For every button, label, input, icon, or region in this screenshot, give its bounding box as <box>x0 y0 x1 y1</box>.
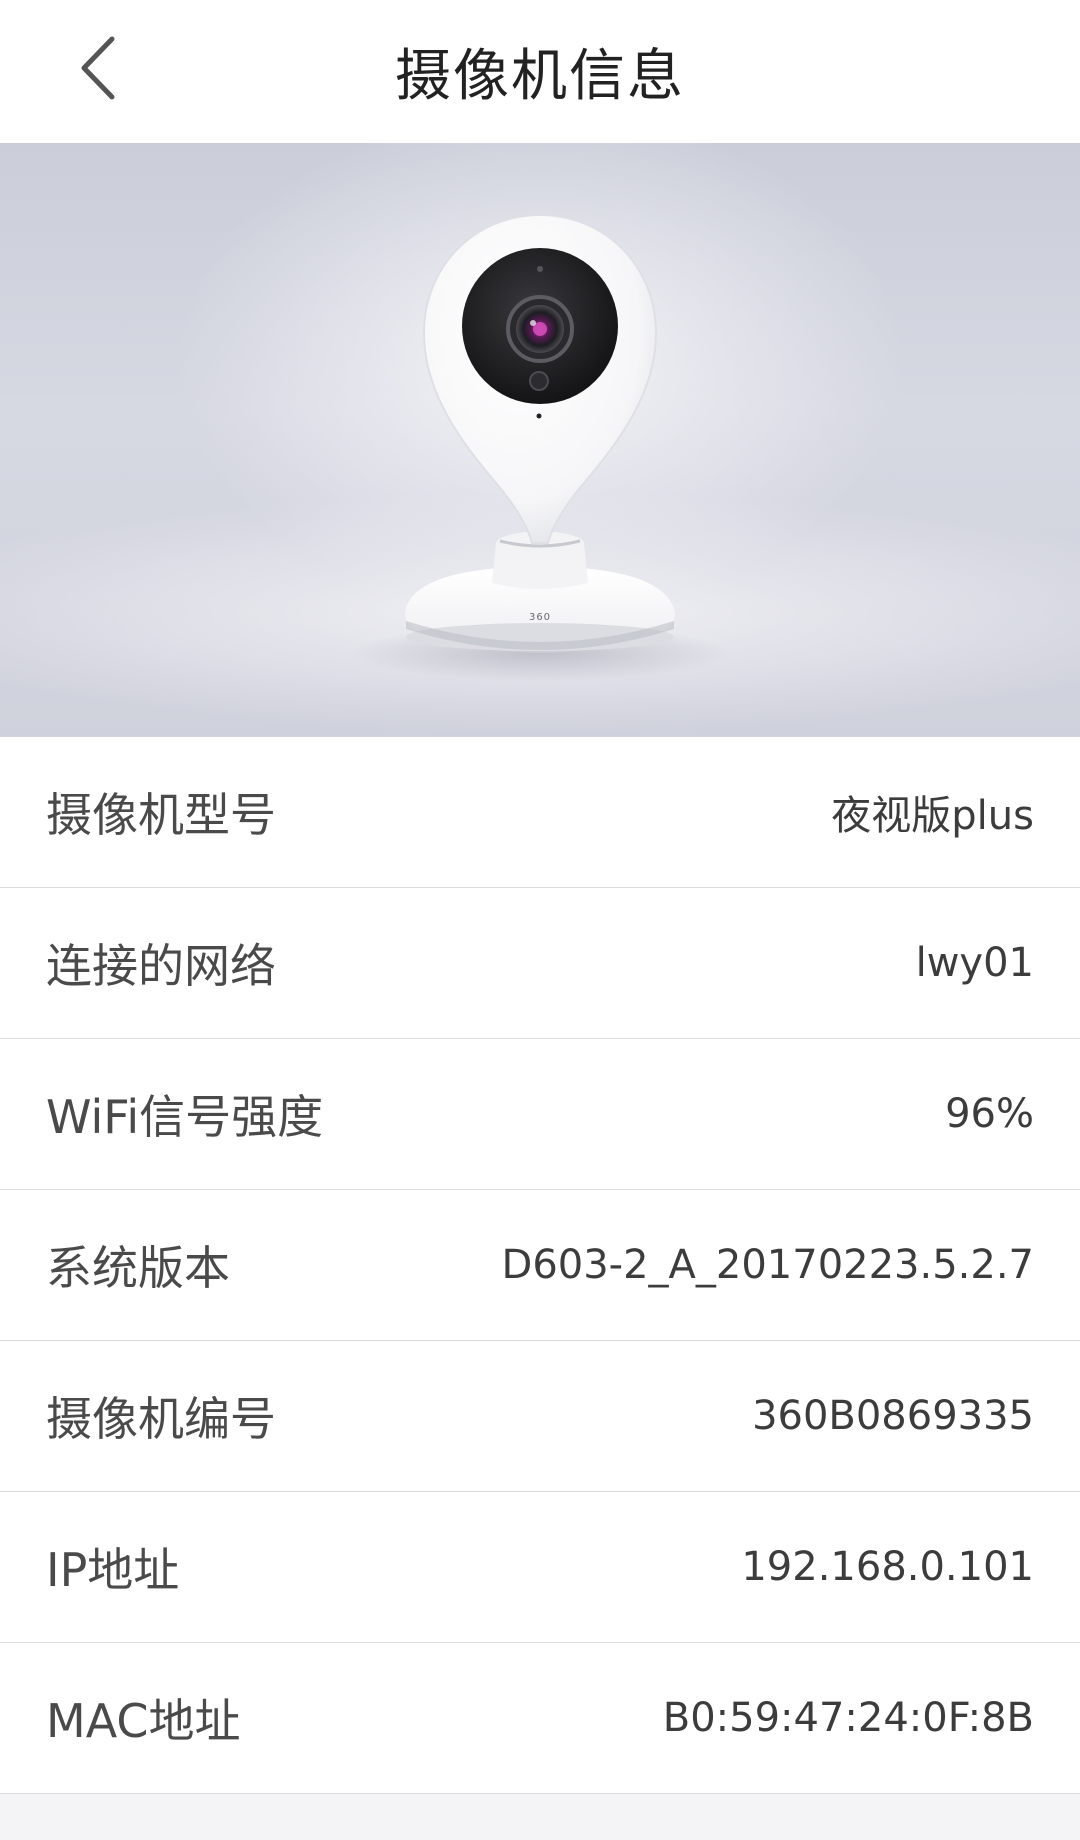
info-label: 系统版本 <box>46 1241 230 1295</box>
info-value: B0:59:47:24:0F:8B <box>662 1695 1034 1741</box>
info-row-firmware-version: 系统版本 D603-2_A_20170223.5.2.7 <box>0 1190 1080 1341</box>
camera-info-list: 摄像机型号 夜视版plus 连接的网络 lwy01 WiFi信号强度 96% 系… <box>0 737 1080 1794</box>
info-label: 摄像机编号 <box>46 1392 276 1446</box>
info-label: WiFi信号强度 <box>46 1090 324 1144</box>
header-bar: 摄像机信息 <box>0 0 1080 143</box>
camera-illustration: 360 <box>350 213 730 681</box>
info-value: 夜视版plus <box>831 793 1034 839</box>
info-value: 192.168.0.101 <box>741 1544 1034 1590</box>
info-label: MAC地址 <box>46 1694 241 1748</box>
info-row-serial-number: 摄像机编号 360B0869335 <box>0 1341 1080 1492</box>
info-row-network: 连接的网络 lwy01 <box>0 888 1080 1039</box>
brand-mark: 360 <box>529 612 551 623</box>
info-value: lwy01 <box>915 940 1034 986</box>
info-value: 360B0869335 <box>752 1393 1034 1439</box>
info-label: IP地址 <box>46 1543 180 1597</box>
info-row-mac-address: MAC地址 B0:59:47:24:0F:8B <box>0 1643 1080 1794</box>
page-title: 摄像机信息 <box>395 44 685 109</box>
info-label: 连接的网络 <box>46 939 276 993</box>
info-row-model: 摄像机型号 夜视版plus <box>0 737 1080 888</box>
camera-info-page: 摄像机信息 360 摄像机型号 夜视版plus 连接的网络 lwy01 WiFi… <box>0 0 1080 1840</box>
info-label: 摄像机型号 <box>46 788 276 842</box>
info-value: 96% <box>945 1091 1034 1137</box>
info-row-ip-address: IP地址 192.168.0.101 <box>0 1492 1080 1643</box>
info-value: D603-2_A_20170223.5.2.7 <box>501 1242 1034 1288</box>
info-row-wifi-signal: WiFi信号强度 96% <box>0 1039 1080 1190</box>
camera-hero-image: 360 <box>0 143 1080 737</box>
